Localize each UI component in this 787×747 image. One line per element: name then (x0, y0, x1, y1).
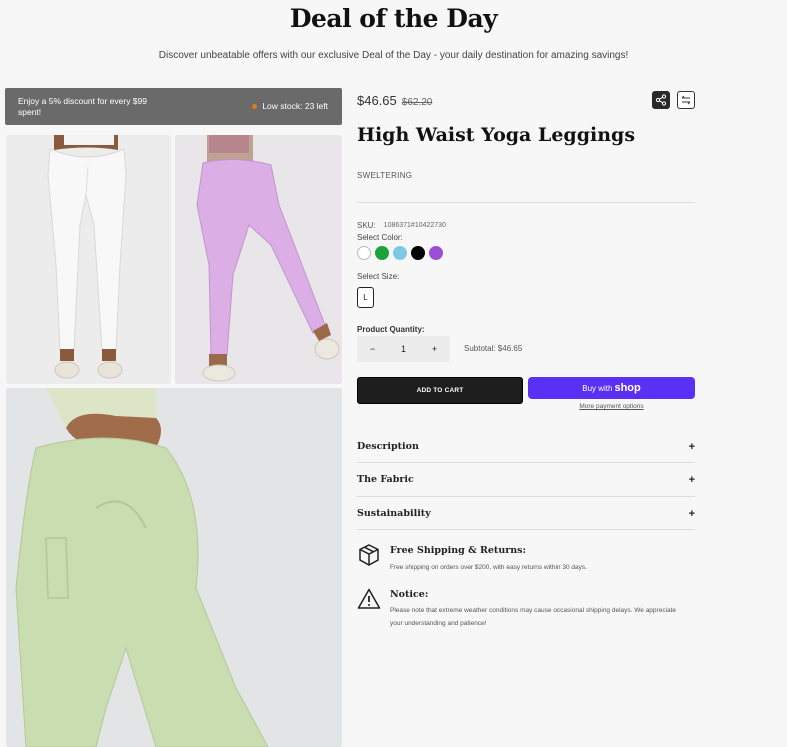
accordion-description[interactable]: Description + (357, 430, 695, 463)
brand-name[interactable]: SWELTERING (357, 171, 412, 180)
product-image-green[interactable] (6, 388, 342, 747)
sku-value: 1086371#10422730 (383, 222, 446, 229)
shipping-title: Free Shipping & Returns: (390, 545, 526, 556)
accordion-label: The Fabric (357, 474, 414, 485)
share-icon (655, 94, 667, 106)
shop-logo: shop (614, 382, 641, 394)
divider (357, 202, 695, 203)
more-payment-options-link[interactable]: More payment options (528, 403, 695, 410)
buy-with-label: Buy with (582, 383, 613, 393)
product-image-lilac[interactable] (175, 135, 342, 384)
quantity-decrease-button[interactable]: − (370, 344, 375, 354)
stock-dot-icon (252, 103, 258, 109)
current-price: $46.65 (357, 93, 397, 108)
color-swatches (357, 246, 443, 260)
compare-button[interactable] (677, 91, 695, 109)
color-swatch-blue[interactable] (393, 246, 407, 260)
quantity-value[interactable]: 1 (401, 344, 406, 354)
accordion-sustainability[interactable]: Sustainability + (357, 497, 695, 530)
buy-with-shop-button[interactable]: Buy with shop (528, 377, 695, 399)
plus-icon: + (688, 473, 695, 486)
box-icon (359, 544, 379, 566)
subtotal: Subtotal: $46.65 (464, 344, 523, 353)
add-to-cart-button[interactable]: ADD TO CART (357, 377, 523, 404)
accordion-label: Sustainability (357, 508, 431, 519)
quantity-increase-button[interactable]: + (432, 344, 437, 354)
quantity-stepper: − 1 + (357, 336, 450, 362)
stock-text: Low stock: 23 left (262, 101, 328, 111)
compare-arrows-icon (681, 95, 691, 105)
accordion-label: Description (357, 441, 419, 452)
size-label: Select Size: (357, 272, 400, 281)
discount-text: Enjoy a 5% discount for every $99 spent! (18, 96, 147, 117)
stock-indicator: Low stock: 23 left (252, 101, 328, 111)
accordion-fabric[interactable]: The Fabric + (357, 463, 695, 496)
page-title: Deal of the Day (289, 4, 498, 33)
quantity-label: Product Quantity: (357, 325, 425, 334)
divider (357, 529, 695, 530)
notice-title: Notice: (390, 589, 429, 600)
page-subtitle: Discover unbeatable offers with our excl… (158, 50, 629, 61)
color-label: Select Color: (357, 233, 403, 242)
price-block: $46.65 $62.20 (357, 93, 432, 108)
color-swatch-white[interactable] (357, 246, 371, 260)
product-title: High Waist Yoga Leggings (357, 124, 636, 146)
size-option-l[interactable]: L (357, 287, 374, 308)
compare-price: $62.20 (401, 97, 433, 108)
shipping-text: Free shipping on orders over $200, with … (390, 564, 587, 571)
plus-icon: + (688, 440, 695, 453)
color-swatch-green[interactable] (375, 246, 389, 260)
product-image-white[interactable] (6, 135, 171, 384)
color-swatch-purple[interactable] (429, 246, 443, 260)
warning-icon (357, 588, 381, 609)
sku-row: SKU: 1086371#10422730 (357, 221, 446, 230)
notice-text: Please note that extreme weather conditi… (390, 607, 677, 627)
sku-label: SKU: (357, 221, 376, 230)
color-swatch-black[interactable] (411, 246, 425, 260)
plus-icon: + (688, 507, 695, 520)
promo-bar: Enjoy a 5% discount for every $99 spent!… (5, 88, 342, 125)
share-button[interactable] (652, 91, 670, 109)
